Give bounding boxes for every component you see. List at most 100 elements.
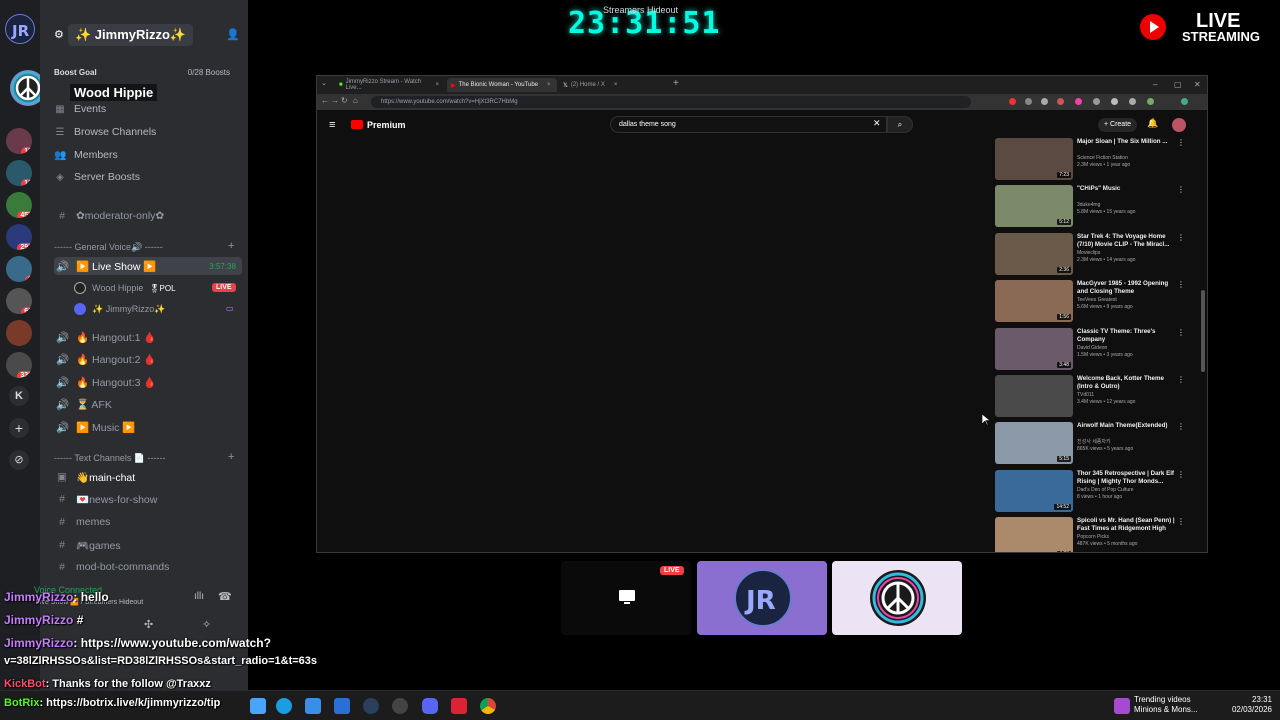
video-title[interactable]: Airwolf Main Theme(Extended) xyxy=(1077,422,1175,430)
maximize-icon[interactable]: ▢ xyxy=(1174,80,1182,89)
video-title[interactable]: MacGyver 1985 - 1992 Opening and Closing… xyxy=(1077,280,1175,296)
text-channel[interactable]: # 💌news-for-show xyxy=(54,490,242,508)
video-channel[interactable]: 진성사 세종차키 xyxy=(1077,439,1175,446)
forward-icon[interactable]: → xyxy=(331,96,339,105)
video-channel[interactable]: Science Fiction Station xyxy=(1077,155,1175,162)
back-icon[interactable]: ← xyxy=(321,96,329,105)
voice-user[interactable]: Wood Hippie 🎖POL xyxy=(74,279,176,297)
more-options-icon[interactable]: ⋮ xyxy=(1177,185,1185,194)
text-channel[interactable]: # mod-bot-commands xyxy=(54,558,242,576)
server-icon[interactable]: 15 xyxy=(6,128,32,154)
system-clock[interactable]: 23:31 02/03/2026 xyxy=(1220,695,1272,715)
app-icon[interactable] xyxy=(451,698,467,714)
edge-icon[interactable] xyxy=(276,698,292,714)
start-icon[interactable] xyxy=(250,698,266,714)
voice-user[interactable]: ✨ JimmyRizzo✨ xyxy=(74,300,165,318)
home-server-icon[interactable]: JR xyxy=(5,14,35,44)
kick-icon[interactable]: K xyxy=(9,386,29,406)
video-thumbnail[interactable]: 14:52 xyxy=(995,469,1073,512)
text-channel[interactable]: # 🎮games xyxy=(54,536,242,554)
recommendation-item[interactable]: 1:56 MacGyver 1985 - 1992 Opening and Clo… xyxy=(995,280,1195,324)
server-icon[interactable]: 455 xyxy=(6,192,32,218)
trending-widget[interactable]: Trending videos Minions & Mons... xyxy=(1134,695,1198,715)
new-tab-icon[interactable]: + xyxy=(673,78,679,89)
soundboard-icon[interactable]: ✧ xyxy=(202,618,211,631)
recommendation-item[interactable]: 2:36 Star Trek 4: The Voyage Home (7/10) … xyxy=(995,232,1195,277)
outlook-icon[interactable] xyxy=(334,698,350,714)
close-window-icon[interactable]: ✕ xyxy=(1194,80,1201,89)
recommendation-item[interactable]: 5:15 Airwolf Main Theme(Extended) 진성사 세종차키… xyxy=(995,422,1195,466)
menu-icon[interactable]: ≡ xyxy=(329,119,335,131)
more-options-icon[interactable]: ⋮ xyxy=(1177,422,1185,431)
extension-icon[interactable] xyxy=(1041,98,1048,105)
recommendation-item[interactable]: Welcome Back, Kotter Theme (Intro & Outr… xyxy=(995,375,1195,419)
server-icon[interactable]: 13 xyxy=(6,160,32,186)
video-thumbnail[interactable]: 3:48 xyxy=(995,327,1073,370)
more-options-icon[interactable]: ⋮ xyxy=(1177,280,1185,289)
jimmyrizzo-tile[interactable]: JR xyxy=(697,561,827,635)
video-thumbnail[interactable]: 7:23 xyxy=(995,138,1073,180)
more-options-icon[interactable]: ⋮ xyxy=(1177,328,1185,337)
store-icon[interactable] xyxy=(305,698,321,714)
video-title[interactable]: Thor 345 Retrospective | Dark Elf Rising… xyxy=(1077,470,1175,486)
recommendation-item[interactable]: 4:29 Spicoli vs Mr. Hand (Sean Penn) | Fa… xyxy=(995,517,1195,552)
extension-icon[interactable] xyxy=(1025,98,1032,105)
video-thumbnail[interactable]: 1:56 xyxy=(995,280,1073,323)
voice-channel[interactable]: 🔊 🔥 Hangout:1 🩸 xyxy=(54,328,242,346)
trending-icon[interactable] xyxy=(1114,698,1130,714)
minimize-icon[interactable]: – xyxy=(1153,80,1157,89)
video-thumbnail[interactable]: 4:29 xyxy=(995,517,1073,552)
nav-events[interactable]: ▦ Events xyxy=(54,100,106,118)
settings-icon[interactable]: ⚙ xyxy=(54,28,64,41)
clear-search-icon[interactable]: ✕ xyxy=(873,118,881,129)
chrome-icon[interactable] xyxy=(480,698,496,714)
discord-icon[interactable] xyxy=(422,698,438,714)
video-title[interactable]: "CHiPs" Music xyxy=(1077,185,1175,193)
more-options-icon[interactable]: ⋮ xyxy=(1177,138,1185,147)
video-title[interactable]: Spicoli vs Mr. Hand (Sean Penn) | Fast T… xyxy=(1077,517,1175,533)
screen-share-tile[interactable]: LIVE xyxy=(561,561,691,635)
voice-channel[interactable]: 🔊 ⏳ AFK xyxy=(54,395,242,413)
more-options-icon[interactable]: ⋮ xyxy=(1177,233,1185,242)
video-title[interactable]: Classic TV Theme: Three's Company xyxy=(1077,328,1175,344)
recommendation-item[interactable]: 5:12 "CHiPs" Music 3duke4mg 5.8M views • 15… xyxy=(995,185,1195,229)
add-channel-icon[interactable]: + xyxy=(228,451,234,463)
nav-server-boosts[interactable]: ◈ Server Boosts xyxy=(54,168,140,186)
server-icon[interactable]: 9 xyxy=(6,256,32,282)
search-button[interactable]: ⌕ xyxy=(887,116,913,133)
video-channel[interactable]: TVd011 xyxy=(1077,392,1175,399)
channel-live-show[interactable]: 🔊 ▶️ Live Show ▶️ 3:57:38 xyxy=(54,257,242,275)
add-server-icon[interactable]: + xyxy=(9,418,29,438)
url-field[interactable]: https://www.youtube.com/watch?v=HjXt3RC7… xyxy=(371,96,971,108)
signal-icon[interactable]: ıllı xyxy=(194,591,204,602)
video-channel[interactable]: David Gideon xyxy=(1077,345,1175,352)
video-channel[interactable]: 3duke4mg xyxy=(1077,202,1175,209)
video-title[interactable]: Star Trek 4: The Voyage Home (7/10) Movi… xyxy=(1077,233,1175,249)
create-button[interactable]: + Create xyxy=(1098,118,1138,132)
voice-channel[interactable]: 🔊 🔥 Hangout:2 🩸 xyxy=(54,350,242,368)
close-icon[interactable]: × xyxy=(547,82,551,88)
voice-channel[interactable]: 🔊 🔥 Hangout:3 🩸 xyxy=(54,373,242,391)
boost-goal[interactable]: Boost Goal 0/28 Boosts xyxy=(54,68,242,77)
recommendation-item[interactable]: 3:48 Classic TV Theme: Three's Company Dav… xyxy=(995,327,1195,372)
add-channel-icon[interactable]: + xyxy=(228,240,234,252)
youtube-logo-icon[interactable] xyxy=(351,120,363,129)
video-thumbnail[interactable]: 5:15 xyxy=(995,422,1073,465)
video-title[interactable]: Welcome Back, Kotter Theme (Intro & Outr… xyxy=(1077,375,1175,391)
extension-icon[interactable] xyxy=(1009,98,1016,105)
video-thumbnail[interactable] xyxy=(995,375,1073,417)
video-thumbnail[interactable]: 5:12 xyxy=(995,185,1073,228)
server-icon[interactable]: 330 xyxy=(6,352,32,378)
close-icon[interactable]: × xyxy=(614,82,618,88)
extension-icon[interactable] xyxy=(1093,98,1100,105)
nav-browse-channels[interactable]: ☰ Browse Channels xyxy=(54,123,157,141)
category-general-voice[interactable]: ------ General Voice🔊 ------ xyxy=(54,242,163,253)
add-member-icon[interactable]: 👤 xyxy=(226,28,240,41)
extension-icon[interactable] xyxy=(1111,98,1118,105)
more-options-icon[interactable]: ⋮ xyxy=(1177,470,1185,479)
more-options-icon[interactable]: ⋮ xyxy=(1177,517,1185,526)
category-text-channels[interactable]: ------ Text Channels 📄 ------ xyxy=(54,453,166,464)
activity-icon[interactable]: ✣ xyxy=(144,618,153,631)
profile-icon[interactable] xyxy=(1147,98,1154,105)
steam-icon[interactable] xyxy=(363,698,379,714)
